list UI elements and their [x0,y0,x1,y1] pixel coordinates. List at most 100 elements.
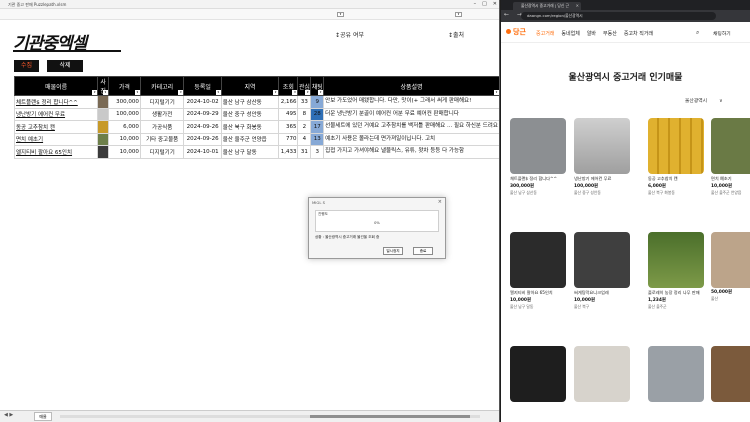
stop-button[interactable]: 종료 [413,247,433,255]
progress-value: 0% [374,221,380,225]
listing-region: 울산 중구 성안동 [220,107,280,121]
listing-card[interactable]: 플로레히 농장 정리 나무 판매 1,234원 울산 울주군 [648,232,704,310]
delete-button[interactable]: 삭제 [47,60,83,72]
menu-item-local-business[interactable]: 동네업체 [561,30,579,37]
listing-date: 2024-09-26 [183,132,222,146]
listing-image[interactable] [711,118,750,174]
listing-card[interactable] [510,346,566,402]
progress-dialog: MIGL S × 진행도 0% 상황 : 울산광역시 중고거래 물건을 조회 중… [308,197,446,259]
listing-card[interactable]: 체트플랜$ 정리 합니다^^ 300,000원 울산 남구 삼산동 [510,118,566,196]
listing-location: 울산 북구 화봉동 [648,190,675,195]
listing-location: 울산 [711,296,718,301]
listing-title[interactable]: 동공 고추참치 캔 [648,176,704,182]
region-select[interactable]: 울산광역시 ∨ [685,97,723,104]
column-header[interactable]: 등록일 ▾ [183,76,222,96]
listing-image[interactable] [510,346,566,402]
listing-location: 울산 중구 성안동 [574,190,601,195]
chevron-down-icon: ∨ [719,99,723,104]
browser-tab[interactable]: 울산광역시 중고거래 | 당신 근 ✕ [513,2,581,10]
listing-card[interactable]: 냉난방기 에어컨 무료 100,000원 울산 중구 성안동 [574,118,630,196]
listing-image[interactable] [574,232,630,288]
listing-card[interactable] [648,346,704,402]
url-input[interactable]: daangn.com/region/울산광역시 [521,12,716,20]
listing-image[interactable] [648,346,704,402]
filter-icon: ▾ [102,90,108,95]
listing-card[interactable]: 써게팅막요니크업레 10,000원 울산 북구 [574,232,630,310]
listing-image[interactable] [510,232,566,288]
listing-image[interactable] [648,118,704,174]
excel-window-buttons: – □ ✕ [474,0,497,9]
listing-name-link[interactable]: 면치 예초기 [13,132,99,146]
listing-card[interactable]: 엘지티비 팔아요 65인치 10,000원 울산 남구 달동 [510,232,566,310]
listing-title[interactable]: 면치 예초기 [711,176,750,182]
listing-title[interactable]: 써게팅막요니크업레 [574,290,630,296]
search-icon[interactable]: ⌕ [696,29,699,37]
fetch-button[interactable]: 수집 [14,60,39,72]
column-header[interactable]: 매물이름 ▾ [13,76,99,96]
menu-item-used-goods[interactable]: 중고거래 [536,30,554,37]
browser-window: 울산광역시 중고거래 | 당신 근 ✕ ← → ↻ daangn.com/reg… [501,0,750,422]
column-header[interactable]: 채팅 ▾ [310,76,325,96]
filter-icon: ▾ [318,90,324,95]
listing-card[interactable]: 면치 예초기 10,000원 울산 울주군 언양읍 [711,118,750,196]
sheet-nav-arrows[interactable]: ◀ ▶ [4,412,13,418]
minimize-icon[interactable]: – [474,0,477,9]
listing-category: 디지털기기 [139,145,185,159]
listing-image[interactable] [648,232,704,288]
listing-region: 울산 남구 삼산동 [220,95,280,109]
listing-location: 울산 남구 삼산동 [510,190,537,195]
listing-card[interactable] [711,346,750,402]
listing-views: 2,166 [278,95,299,109]
column-header[interactable]: 관심 ▾ [297,76,312,96]
listing-card[interactable]: 동공 고추참치 캔 6,000원 울산 북구 화봉동 [648,118,704,196]
listing-title[interactable]: 냉난방기 에어컨 무료 [574,176,630,182]
tab-title: 울산광역시 중고거래 | 당신 근 [521,3,570,8]
listing-name-link[interactable]: 동공 고추참치 캔 [13,120,99,134]
share-status-header: ↕공유 여부 [335,32,365,39]
menu-item-realestate[interactable]: 부동산 [603,30,617,37]
pause-button[interactable]: 일시정지 [383,247,403,255]
close-icon[interactable]: ✕ [493,0,497,9]
site-menu: 중고거래 동네업체 알바 부동산 중고차 직거래 [536,30,653,37]
listing-name-link[interactable]: 냉난방기 에어컨 무료 [13,107,99,121]
listing-image[interactable] [711,346,750,402]
listing-card[interactable] [574,346,630,402]
table-row[interactable]: 면치 예초기 10,000 기타 중고물품 2024-09-26 울산 울주군 … [13,132,499,146]
table-row[interactable]: 동공 고추참치 캔 6,000 가공식품 2024-09-26 울산 북구 화봉… [13,120,499,134]
site-logo[interactable]: 당근 [506,27,526,37]
chat-button[interactable]: 채팅하기 [713,30,731,37]
table-row[interactable]: 체트플랜$ 정리 합니다^^ 300,000 디지털기기 2024-10-02 … [13,95,499,109]
scrollbar-thumb[interactable] [310,415,470,418]
listing-card[interactable]: 50,000원 울산 [711,232,750,302]
table-row[interactable]: 냉난방기 에어컨 무료 100,000 생활가전 2024-09-29 울산 중… [13,107,499,121]
menu-item-jobs[interactable]: 알바 [587,30,596,37]
close-icon[interactable]: ✕ [576,2,579,10]
horizontal-scrollbar[interactable] [60,415,480,418]
column-header[interactable]: 가격 ▾ [107,76,141,96]
chevron-down-icon[interactable]: ▾ [455,12,462,17]
listing-name-link[interactable]: 체트플랜$ 정리 합니다^^ [13,95,99,109]
maximize-icon[interactable]: □ [482,0,487,9]
sheet-tab[interactable]: 매물 [34,412,52,421]
column-header[interactable]: 상품설명 ▾ [323,76,499,96]
chevron-down-icon[interactable]: ▾ [337,12,344,17]
listing-title[interactable]: 플로레히 농장 정리 나무 판매 [648,290,704,296]
column-header[interactable]: 조회 ▾ [278,76,299,96]
source-header: ↕출처 [448,32,465,39]
site-header: 당근 중고거래 동네업체 알바 부동산 중고차 직거래 ⌕ 채팅하기 [501,22,750,43]
table-row[interactable]: 엘지티비 팔아요 65인치 10,000 디지털기기 2024-10-01 울산… [13,145,499,159]
listing-image[interactable] [574,118,630,174]
worksheet[interactable]: 기관중엑셀 ↕공유 여부 ↕출처 수집 삭제 매물이름▾ 사진▾ 가격▾ 카테고… [0,20,499,410]
listing-thumbnail [97,145,109,159]
close-icon[interactable]: × [438,198,442,207]
listing-image[interactable] [510,118,566,174]
listing-image[interactable] [574,346,630,402]
listing-title[interactable]: 엘지티비 팔아요 65인치 [510,290,566,296]
column-header[interactable]: 사진▾ [97,76,109,96]
menu-item-cars[interactable]: 중고차 직거래 [624,30,653,37]
listing-image[interactable] [711,232,750,288]
listing-title[interactable]: 체트플랜$ 정리 합니다^^ [510,176,566,182]
listing-name-link[interactable]: 엘지티비 팔아요 65인치 [13,145,99,159]
column-header[interactable]: 지역 ▾ [220,76,280,96]
column-header[interactable]: 카테고리 ▾ [139,76,185,96]
